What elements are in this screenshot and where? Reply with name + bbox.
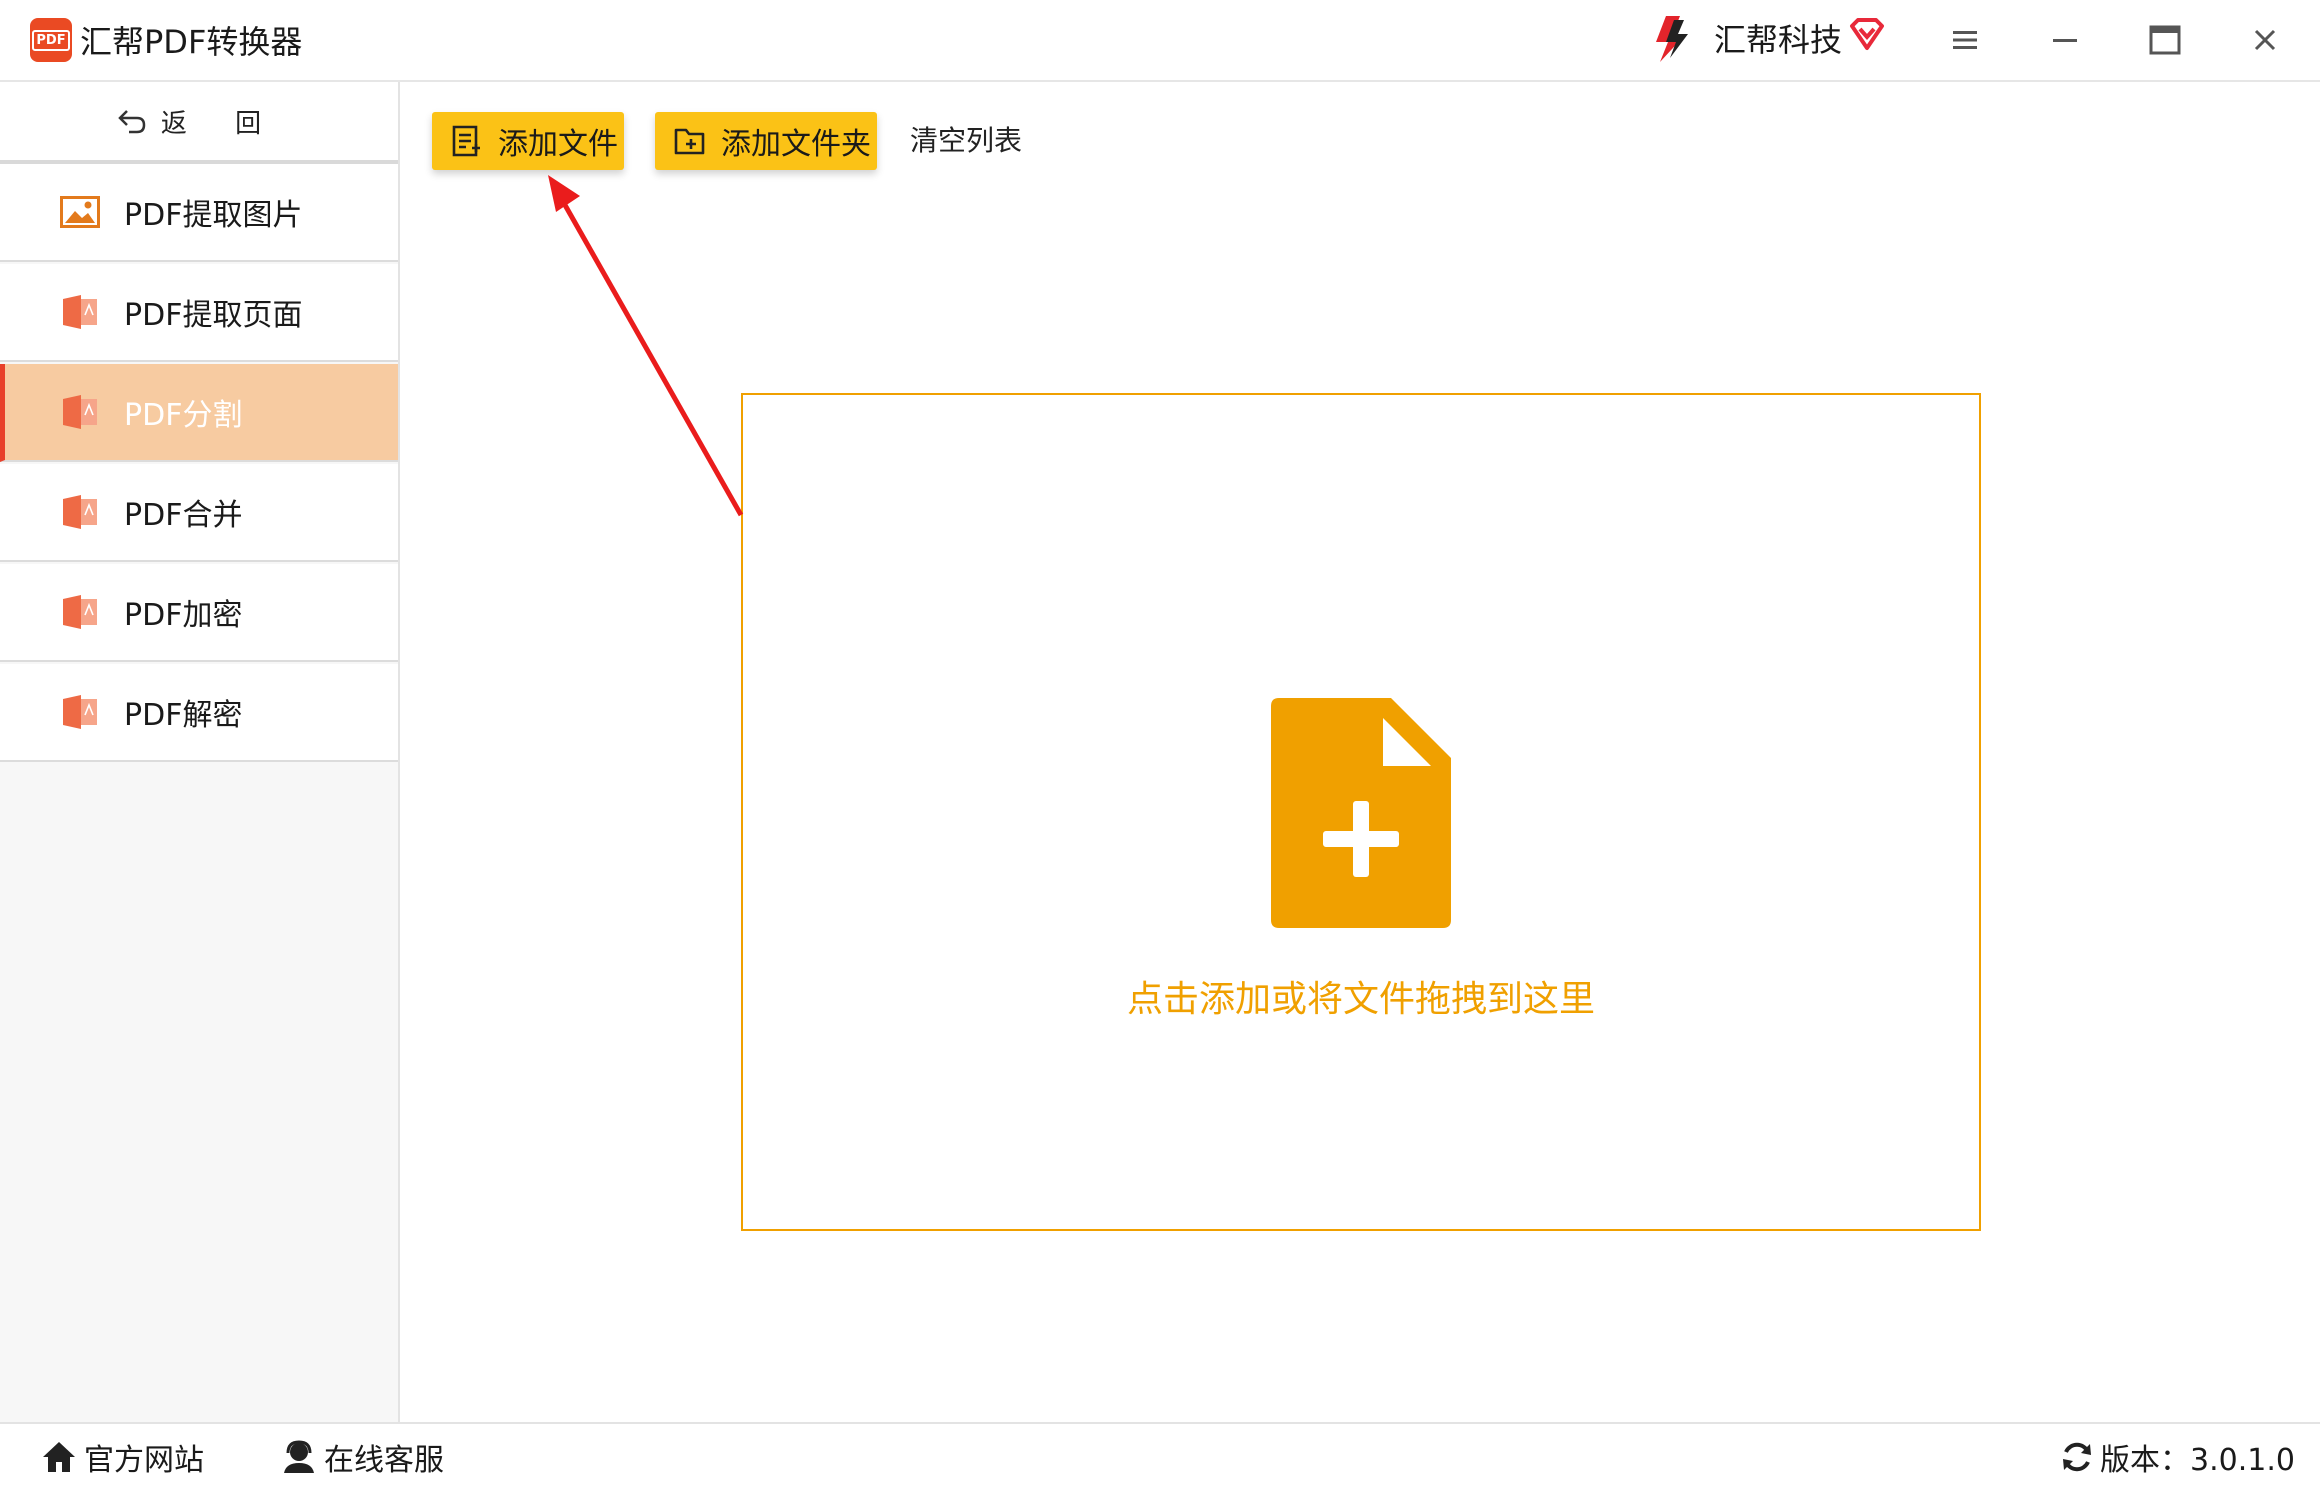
maximize-button[interactable] [2135,10,2195,70]
app-title: 汇帮PDF转换器 [80,23,303,61]
official-website-link[interactable]: 官方网站 [40,1432,204,1482]
add-folder-button[interactable]: 添加文件夹 [655,112,877,170]
online-support-link[interactable]: 在线客服 [280,1432,444,1482]
add-folder-label: 添加文件夹 [721,127,871,162]
back-button[interactable]: 返 回 [0,82,398,164]
pdf-file-icon [60,492,100,532]
file-list-icon [452,125,480,157]
online-support-label: 在线客服 [324,1443,444,1478]
sidebar-item-label: PDF提取页面 [124,298,303,333]
sidebar-item-extract-pages[interactable]: PDF提取页面 [0,264,398,362]
drop-zone-hint: 点击添加或将文件拖拽到这里 [1126,979,1595,1020]
customer-service-icon [284,1440,314,1473]
version-label: 版本：3.0.1.0 [2100,1443,2295,1478]
vip-diamond-icon[interactable] [1848,16,1886,54]
sidebar-item-encrypt[interactable]: PDF加密 [0,564,398,662]
app-logo-icon: PDF [30,18,72,62]
sidebar-item-label: PDF合并 [124,498,243,533]
hamburger-icon [1953,31,1977,49]
back-label: 返 回 [160,108,282,139]
sidebar-item-extract-images[interactable]: PDF提取图片 [0,164,398,262]
add-file-button[interactable]: 添加文件 [432,112,624,170]
sidebar-item-split[interactable]: PDF分割 [0,364,398,462]
close-icon [2254,29,2276,51]
refresh-icon [2063,1442,2091,1472]
hamburger-menu-button[interactable] [1935,10,1995,70]
brand-name: 汇帮科技 [1714,21,1843,59]
sidebar-item-merge[interactable]: PDF合并 [0,464,398,562]
version-info[interactable]: 版本：3.0.1.0 [2060,1432,2295,1482]
minimize-button[interactable] [2035,10,2095,70]
brand-logo-icon [1656,16,1688,62]
app-logo-text: PDF [32,29,70,51]
clear-list-button[interactable]: 清空列表 [910,112,1022,170]
minimize-icon [2053,39,2077,42]
sidebar-item-label: PDF分割 [124,398,243,433]
add-file-label: 添加文件 [498,127,618,162]
close-button[interactable] [2235,10,2295,70]
add-file-icon[interactable] [1271,698,1451,928]
pdf-file-icon [60,292,100,332]
image-icon [60,192,100,232]
pdf-file-icon [60,692,100,732]
maximize-icon [2149,25,2181,55]
home-icon [43,1442,75,1472]
official-website-label: 官方网站 [84,1443,204,1478]
back-arrow-icon [118,110,146,134]
sidebar-item-label: PDF解密 [124,698,243,733]
sidebar-item-decrypt[interactable]: PDF解密 [0,664,398,762]
folder-add-icon [674,128,705,155]
pdf-file-icon [60,392,100,432]
pdf-file-icon [60,592,100,632]
sidebar-item-label: PDF加密 [124,598,243,633]
sidebar-item-label: PDF提取图片 [124,198,303,233]
